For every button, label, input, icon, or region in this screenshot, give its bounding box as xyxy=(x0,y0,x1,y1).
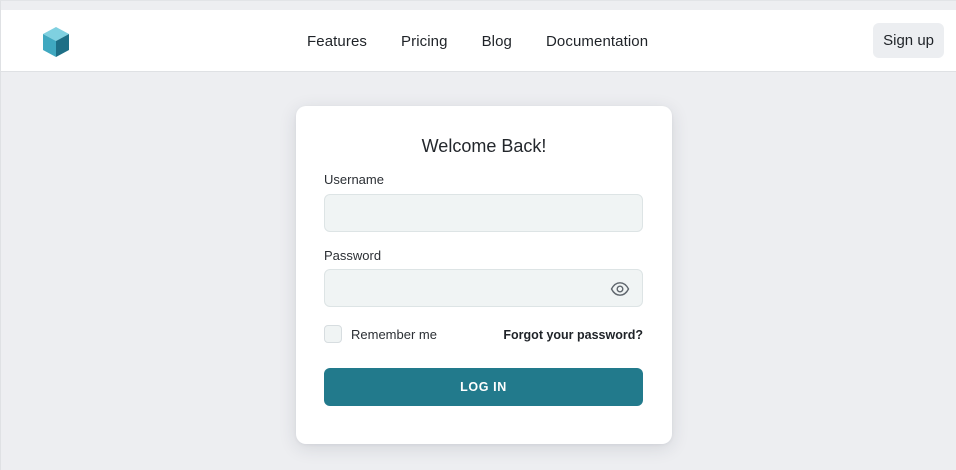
remember-me-label: Remember me xyxy=(351,326,437,342)
username-field-wrapper xyxy=(324,194,643,232)
login-card: Welcome Back! Username Password Remember… xyxy=(296,106,672,444)
login-button[interactable]: LOG IN xyxy=(324,368,643,406)
nav-link-blog[interactable]: Blog xyxy=(482,33,512,50)
signup-button[interactable]: Sign up xyxy=(873,23,944,58)
nav-link-pricing[interactable]: Pricing xyxy=(401,33,448,50)
eye-icon[interactable] xyxy=(610,279,630,299)
nav-link-documentation[interactable]: Documentation xyxy=(546,33,648,50)
cube-logo-icon[interactable] xyxy=(41,26,71,58)
password-label: Password xyxy=(324,248,382,263)
forgot-password-link[interactable]: Forgot your password? xyxy=(503,328,643,342)
username-label: Username xyxy=(324,172,384,187)
main-nav: Features Pricing Blog Documentation xyxy=(307,10,648,72)
username-input[interactable] xyxy=(325,195,642,231)
remember-me-toggle[interactable]: Remember me xyxy=(324,325,437,343)
nav-link-features[interactable]: Features xyxy=(307,33,367,50)
page: Features Pricing Blog Documentation Sign… xyxy=(0,0,956,470)
password-input[interactable] xyxy=(325,270,642,306)
login-title: Welcome Back! xyxy=(421,136,547,156)
top-navbar: Features Pricing Blog Documentation Sign… xyxy=(1,10,956,72)
remember-me-checkbox[interactable] xyxy=(324,325,342,343)
password-field-wrapper xyxy=(324,269,643,307)
